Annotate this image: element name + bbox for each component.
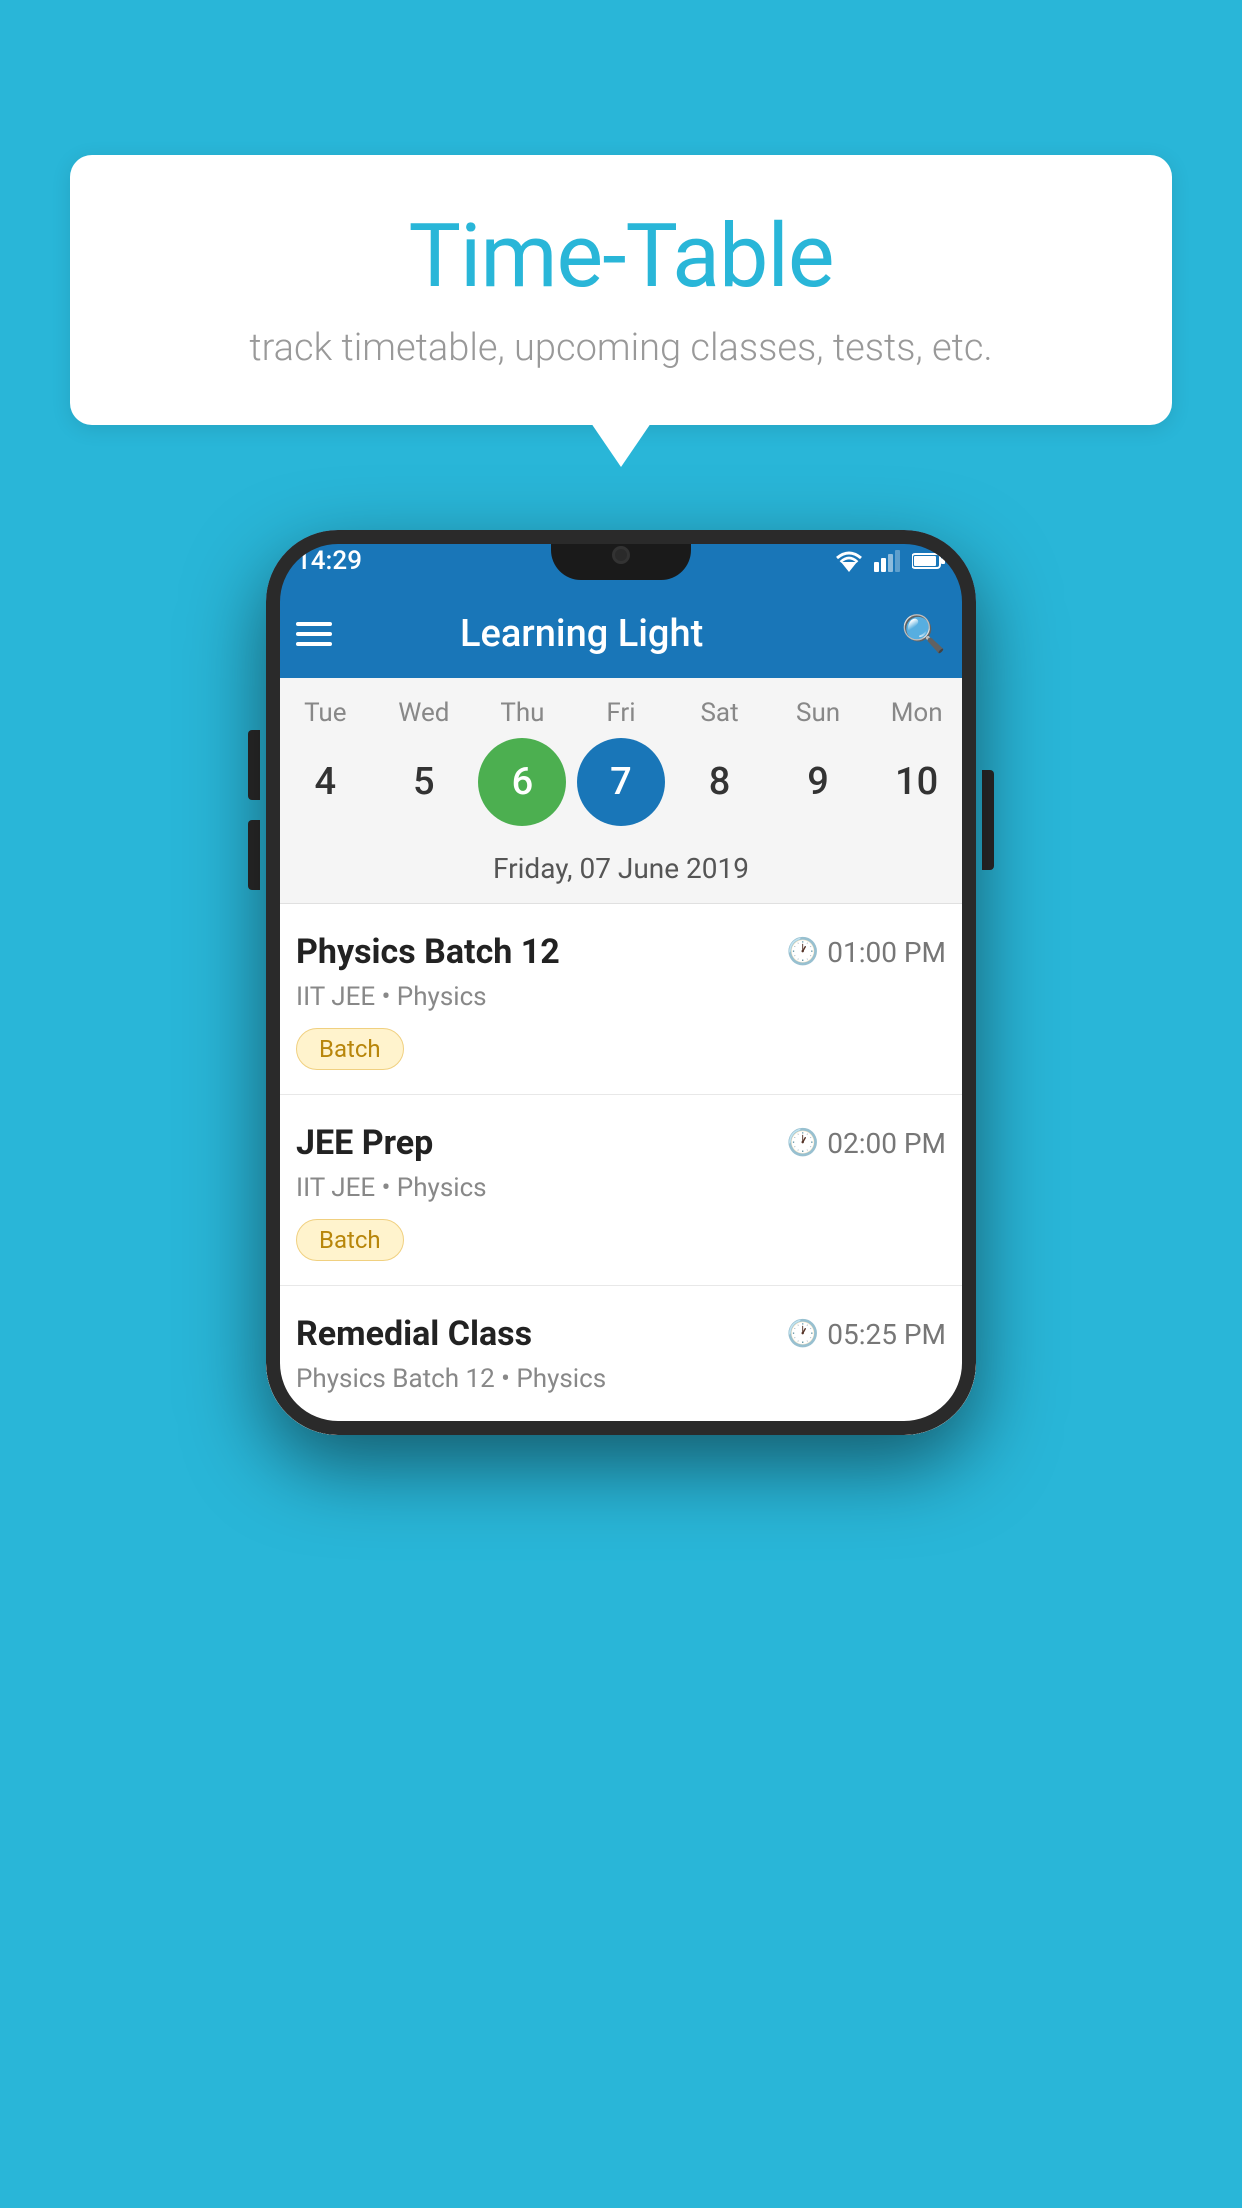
day-headers: Tue Wed Thu Fri Sat Sun Mon — [266, 698, 976, 728]
app-bar-title: Learning Light — [266, 612, 901, 656]
calendar-strip: Tue Wed Thu Fri Sat Sun Mon 45678910 Friday, 0… — [266, 678, 976, 904]
search-button[interactable]: 🔍 — [901, 613, 946, 655]
schedule-time-2: 🕐 05:25 PM — [787, 1318, 946, 1351]
clock-icon: 🕐 — [787, 1319, 819, 1349]
day-header-thu: Thu — [478, 698, 566, 728]
phone-notch — [551, 530, 691, 580]
day-numbers[interactable]: 45678910 — [266, 728, 976, 844]
selected-date-label: Friday, 07 June 2019 — [266, 844, 976, 903]
schedule-title-2: Remedial Class — [296, 1314, 532, 1354]
clock-icon: 🕐 — [787, 1128, 819, 1158]
schedule-item-0[interactable]: Physics Batch 12 🕐 01:00 PM IIT JEE • Ph… — [266, 904, 976, 1095]
day-header-sat: Sat — [676, 698, 764, 728]
schedule-title-1: JEE Prep — [296, 1123, 433, 1163]
app-feature-title: Time-Table — [130, 205, 1112, 308]
day-header-sun: Sun — [774, 698, 862, 728]
front-camera — [612, 546, 630, 564]
day-number-4[interactable]: 4 — [281, 738, 369, 826]
day-number-10[interactable]: 10 — [873, 738, 961, 826]
wifi-icon — [834, 550, 864, 572]
day-number-6[interactable]: 6 — [478, 738, 566, 826]
volume-down-button — [248, 820, 260, 890]
schedule-list: Physics Batch 12 🕐 01:00 PM IIT JEE • Ph… — [266, 904, 976, 1435]
app-feature-subtitle: track timetable, upcoming classes, tests… — [130, 326, 1112, 370]
schedule-subtitle-1: IIT JEE • Physics — [296, 1173, 946, 1203]
day-header-tue: Tue — [281, 698, 369, 728]
app-bar: Learning Light 🔍 — [266, 590, 976, 678]
schedule-item-2[interactable]: Remedial Class 🕐 05:25 PM Physics Batch … — [266, 1286, 976, 1435]
day-header-mon: Mon — [873, 698, 961, 728]
schedule-time-0: 🕐 01:00 PM — [787, 936, 946, 969]
status-icons — [834, 550, 946, 572]
phone-mockup: 14:29 — [266, 530, 976, 1435]
day-number-5[interactable]: 5 — [380, 738, 468, 826]
schedule-item-1[interactable]: JEE Prep 🕐 02:00 PM IIT JEE • Physics Ba… — [266, 1095, 976, 1286]
schedule-time-1: 🕐 02:00 PM — [787, 1127, 946, 1160]
batch-tag-1: Batch — [296, 1219, 404, 1261]
speech-bubble-card: Time-Table track timetable, upcoming cla… — [70, 155, 1172, 425]
day-number-9[interactable]: 9 — [774, 738, 862, 826]
power-button — [982, 770, 994, 870]
day-number-8[interactable]: 8 — [676, 738, 764, 826]
clock-icon: 🕐 — [787, 937, 819, 967]
day-number-7[interactable]: 7 — [577, 738, 665, 826]
day-header-wed: Wed — [380, 698, 468, 728]
day-header-fri: Fri — [577, 698, 665, 728]
schedule-subtitle-0: IIT JEE • Physics — [296, 982, 946, 1012]
schedule-title-0: Physics Batch 12 — [296, 932, 560, 972]
battery-icon — [912, 552, 946, 570]
status-time: 14:29 — [296, 546, 362, 576]
schedule-subtitle-2: Physics Batch 12 • Physics — [296, 1364, 946, 1394]
volume-up-button — [248, 730, 260, 800]
batch-tag-0: Batch — [296, 1028, 404, 1070]
signal-icon — [874, 550, 902, 572]
